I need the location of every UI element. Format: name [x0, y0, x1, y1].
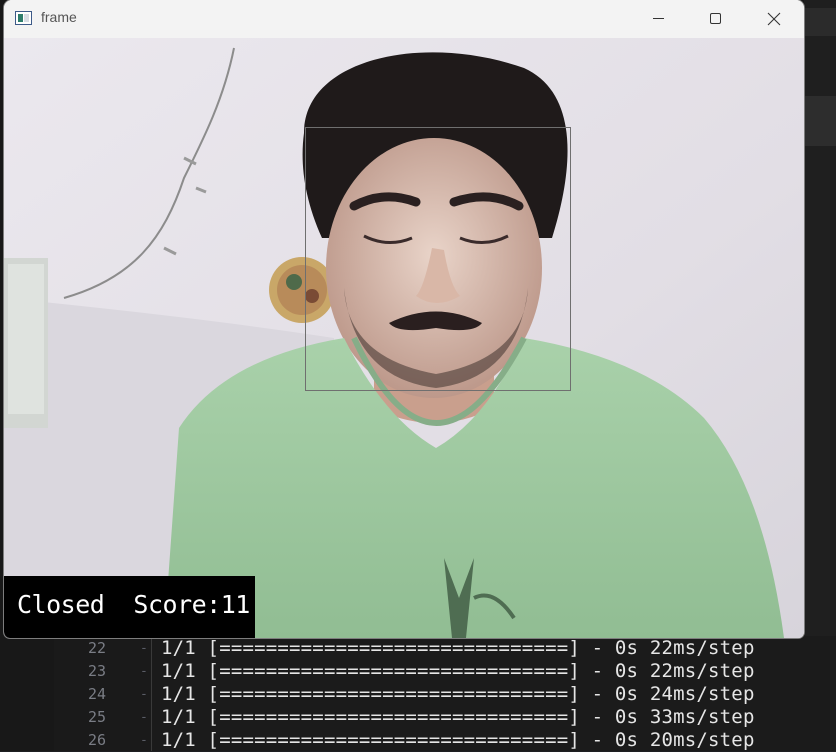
title-bar[interactable]: frame	[4, 0, 804, 38]
line-marker: -	[140, 687, 148, 702]
minimize-icon	[653, 18, 664, 19]
line-number: 23	[87, 662, 106, 680]
frame-window[interactable]: frame Closed Score:11	[4, 0, 804, 638]
line-text: 1/1 [==============================] - 0…	[161, 729, 755, 751]
window-title: frame	[41, 9, 77, 25]
close-icon	[767, 12, 781, 26]
line-number: 26	[87, 731, 106, 749]
line-number: 24	[87, 685, 106, 703]
terminal-line: 25 - 1/1 [==============================…	[0, 706, 836, 729]
ide-panel-tab	[804, 96, 836, 146]
terminal-line: 24 - 1/1 [==============================…	[0, 683, 836, 706]
terminal-line: 23 - 1/1 [==============================…	[0, 660, 836, 683]
ide-toolbar-strip	[804, 8, 836, 36]
status-label: Closed Score:11	[17, 590, 250, 619]
line-marker: -	[140, 733, 148, 748]
maximize-button[interactable]	[687, 0, 745, 38]
line-text: 1/1 [==============================] - 0…	[161, 683, 755, 705]
status-overlay: Closed Score:11	[4, 576, 255, 638]
line-marker: -	[140, 710, 148, 725]
camera-frame: Closed Score:11	[4, 38, 804, 638]
line-number: 25	[87, 708, 106, 726]
line-text: 1/1 [==============================] - 0…	[161, 660, 755, 682]
line-marker: -	[140, 664, 148, 679]
line-number: 22	[87, 639, 106, 657]
opencv-window-icon	[15, 11, 32, 25]
terminal-line: 26 - 1/1 [==============================…	[0, 729, 836, 752]
minimize-button[interactable]	[629, 0, 687, 38]
terminal-line: 22 - 1/1 [==============================…	[0, 637, 836, 660]
line-text: 1/1 [==============================] - 0…	[161, 637, 755, 659]
face-detection-box	[305, 127, 571, 391]
line-marker: -	[140, 641, 148, 656]
close-button[interactable]	[745, 0, 803, 38]
maximize-icon	[710, 13, 721, 24]
line-text: 1/1 [==============================] - 0…	[161, 706, 755, 728]
